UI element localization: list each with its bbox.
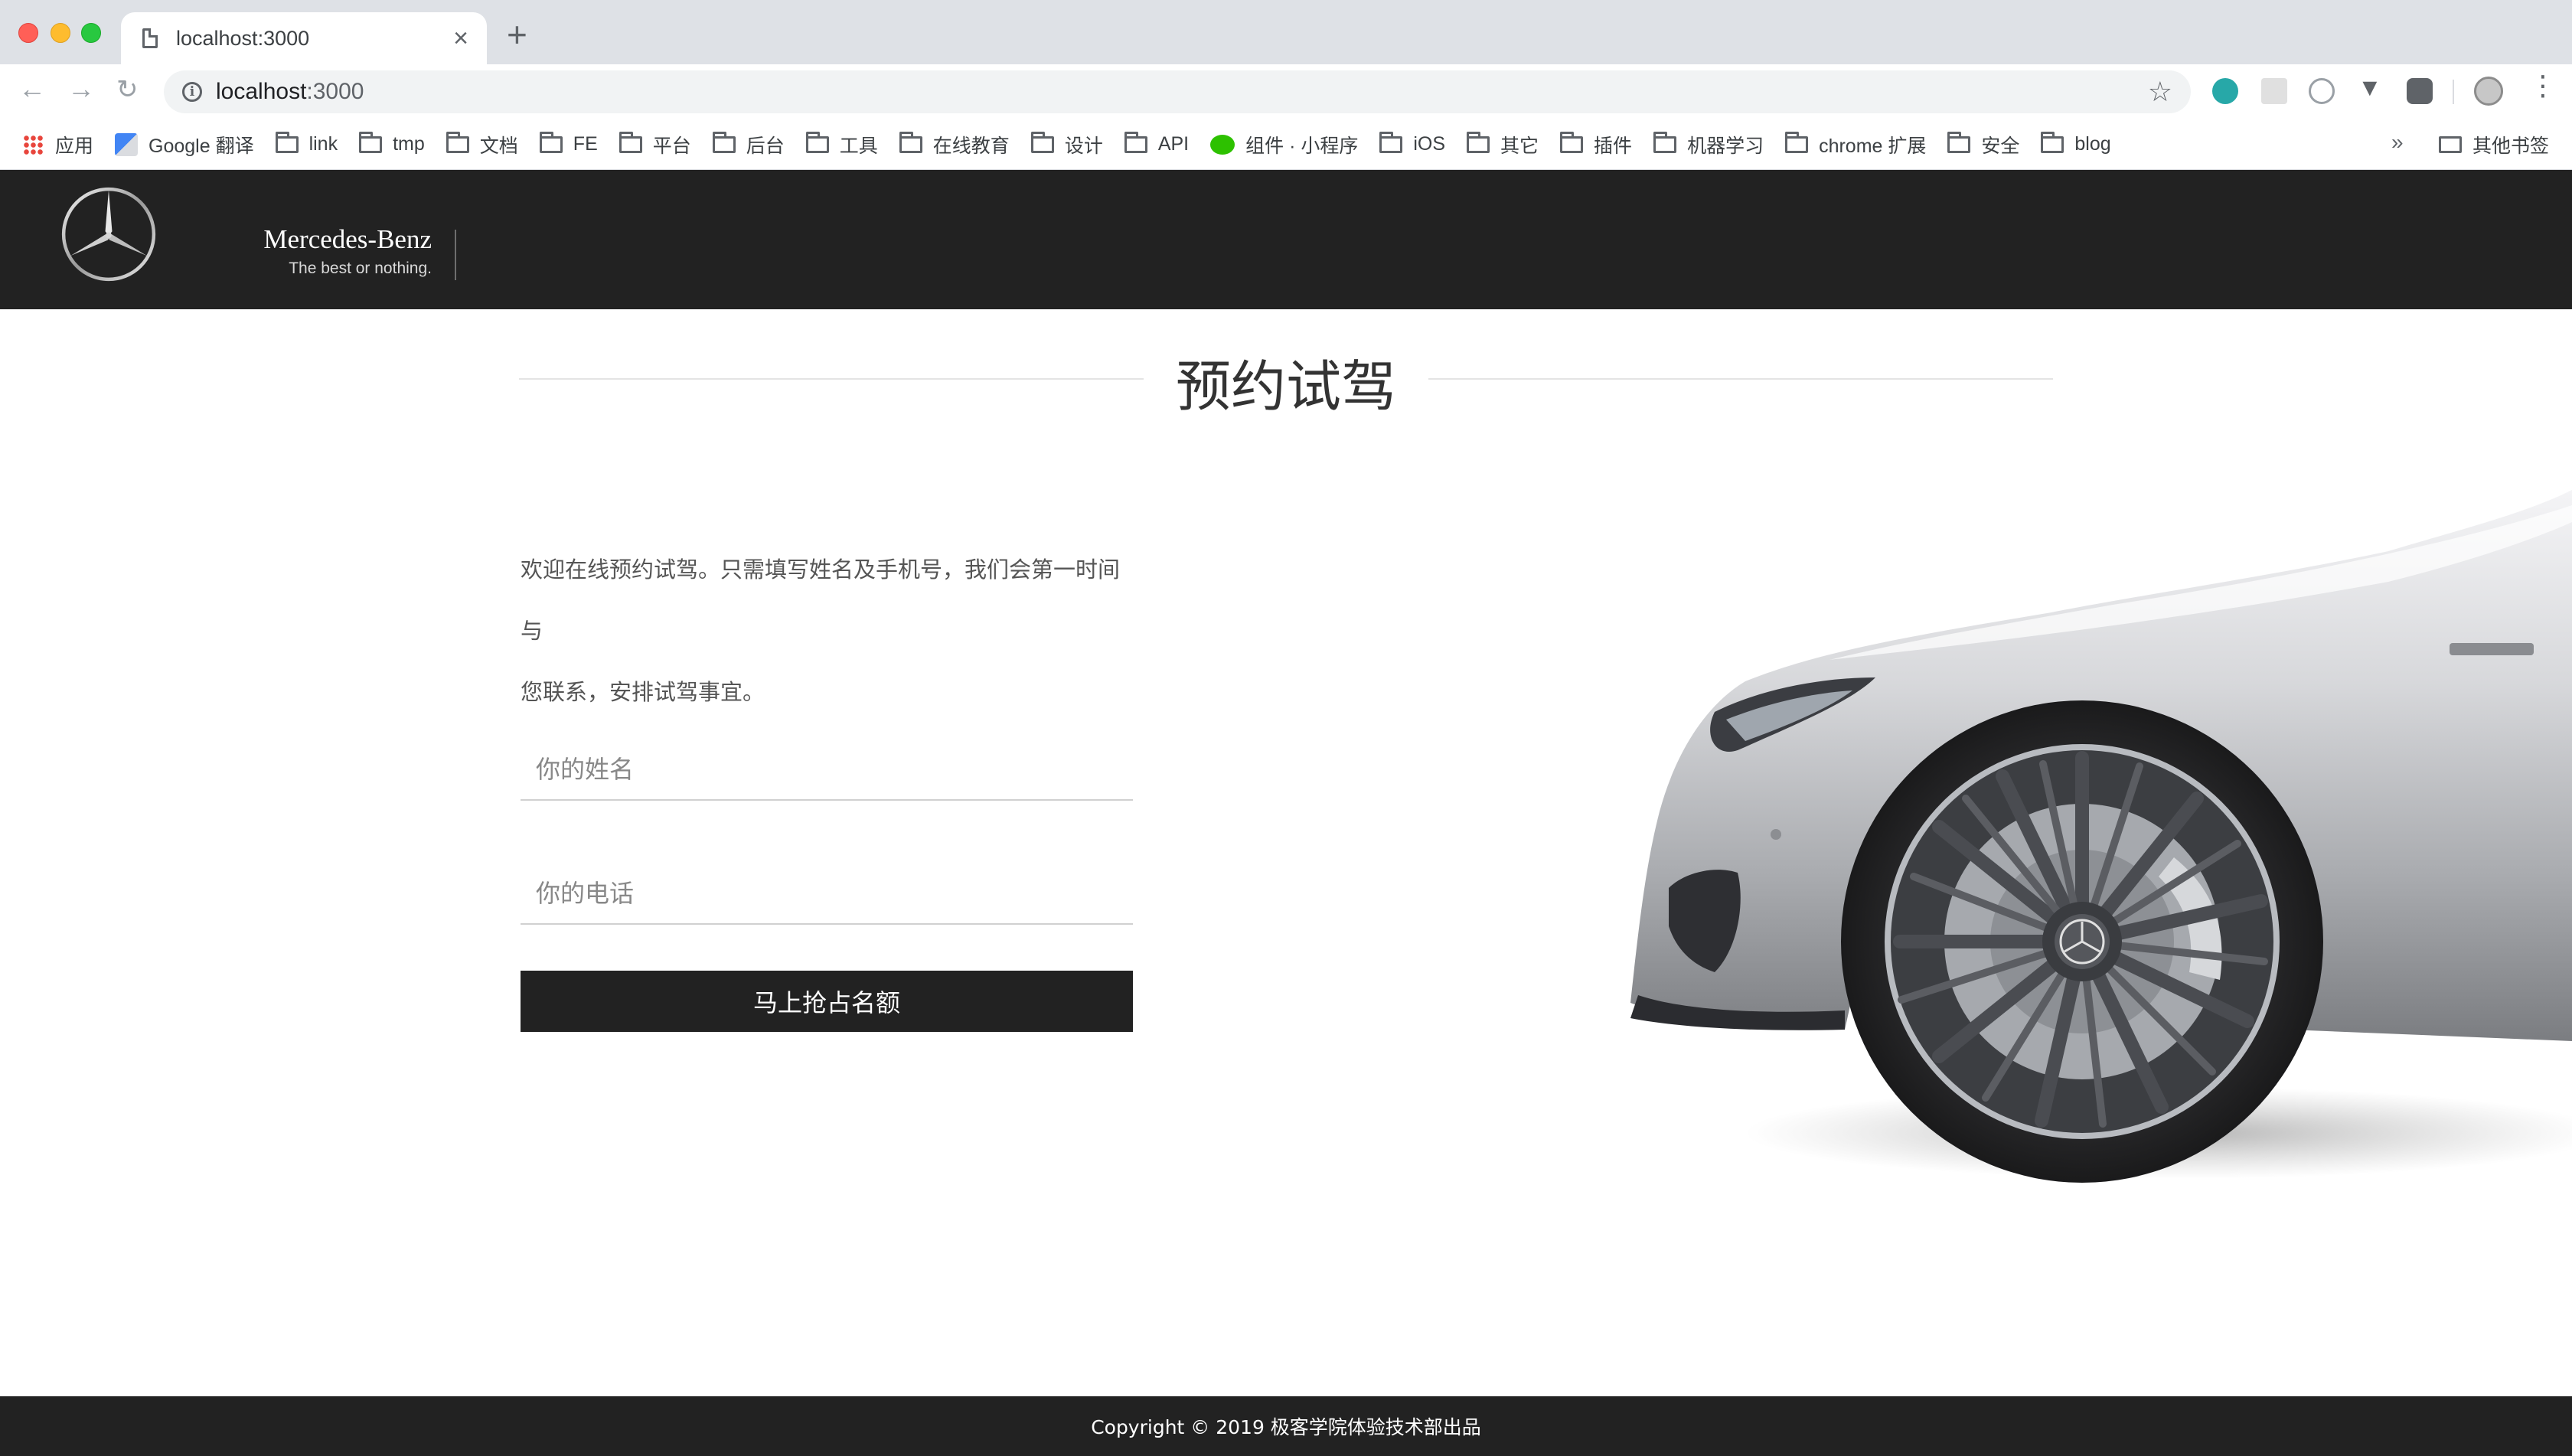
- profile-avatar[interactable]: [2474, 77, 2503, 106]
- bookmark-folder[interactable]: 文档: [446, 131, 518, 158]
- vue-devtools-icon[interactable]: ▼: [2358, 73, 2384, 101]
- browser-tab-strip: localhost:3000 × +: [0, 0, 2572, 64]
- extension-icon[interactable]: [2309, 78, 2335, 104]
- folder-icon: [539, 131, 563, 153]
- title-rule-right: [1428, 378, 2053, 380]
- bookmark-folder[interactable]: link: [275, 131, 338, 155]
- folder-icon: [1947, 131, 1971, 153]
- back-arrow-icon[interactable]: ←: [18, 75, 46, 103]
- close-tab-icon[interactable]: ×: [453, 25, 468, 51]
- apps-icon: [23, 134, 43, 155]
- bookmark-folder[interactable]: API: [1124, 131, 1189, 155]
- brand-wordmark: Mercedes-Benz The best or nothing.: [230, 224, 432, 278]
- folder-icon: [446, 131, 469, 153]
- folder-icon: [1467, 131, 1490, 153]
- wechat-icon: [1210, 134, 1235, 155]
- toolbar-divider: [2453, 80, 2454, 104]
- bookmark-folder[interactable]: 在线教育: [899, 131, 1010, 158]
- folder-icon: [805, 131, 829, 153]
- site-header: Mercedes-Benz The best or nothing.: [0, 170, 2572, 309]
- tab-title: localhost:3000: [176, 26, 310, 50]
- bookmark-folder[interactable]: 机器学习: [1653, 131, 1764, 158]
- folder-icon: [2041, 131, 2064, 153]
- bookmark-folder[interactable]: 其它: [1467, 131, 1539, 158]
- other-bookmarks-folder[interactable]: 其他书签: [2439, 119, 2549, 170]
- car-image: [1630, 490, 2572, 1183]
- brand-tagline: The best or nothing.: [289, 259, 432, 277]
- bookmark-folder[interactable]: 后台: [712, 131, 785, 158]
- intro-line: 您联系，安排试驾事宜。: [521, 679, 765, 705]
- folder-icon: [619, 131, 642, 153]
- folder-icon: [1030, 131, 1054, 153]
- bookmark-item[interactable]: 应用: [23, 131, 93, 158]
- bookmark-folder[interactable]: blog: [2041, 131, 2111, 155]
- address-bar[interactable]: i localhost:3000 ☆: [164, 70, 2191, 113]
- google-translate-icon: [115, 132, 139, 156]
- document-icon: [142, 28, 158, 48]
- folder-icon: [2439, 136, 2462, 153]
- copyright-text: Copyright © 2019 极客学院体验技术部出品: [1091, 1416, 1481, 1438]
- bookmark-folder[interactable]: iOS: [1379, 131, 1445, 155]
- folder-icon: [1785, 131, 1809, 153]
- window-zoom-button[interactable]: [81, 23, 101, 43]
- folder-icon: [275, 131, 299, 153]
- window-close-button[interactable]: [18, 23, 38, 43]
- more-bookmarks-button[interactable]: »: [2391, 130, 2404, 155]
- extension-icon[interactable]: [2212, 78, 2238, 104]
- intro-line: 欢迎在线预约试驾。只需填写姓名及手机号，我们会第一时间与: [521, 557, 1121, 644]
- new-tab-button[interactable]: +: [507, 17, 527, 52]
- bookmarks-bar: 应用 Google 翻译 link tmp 文档 FE 平台 后台 工具 在线教…: [0, 119, 2572, 170]
- folder-icon: [1124, 131, 1147, 153]
- bookmark-folder[interactable]: 平台: [619, 131, 691, 158]
- folder-icon: [1560, 131, 1584, 153]
- extension-icon[interactable]: [2407, 78, 2433, 104]
- brand-name: Mercedes-Benz: [263, 224, 432, 254]
- reload-icon[interactable]: ↻: [116, 77, 139, 103]
- bookmark-folder[interactable]: chrome 扩展: [1785, 131, 1926, 158]
- url-text[interactable]: localhost:3000: [216, 79, 2148, 105]
- bookmark-item[interactable]: Google 翻译: [115, 131, 254, 158]
- page-title: 预约试驾: [1175, 354, 1396, 419]
- bookmark-folder[interactable]: 工具: [805, 131, 878, 158]
- browser-tab[interactable]: localhost:3000 ×: [121, 12, 487, 64]
- title-rule-left: [519, 378, 1144, 380]
- browser-toolbar: ← → ↻ i localhost:3000 ☆ ▼ ⋮: [0, 64, 2572, 119]
- bookmark-folder[interactable]: 插件: [1560, 131, 1632, 158]
- forward-arrow-icon[interactable]: →: [67, 75, 95, 103]
- folder-icon: [899, 131, 922, 153]
- bookmark-folder[interactable]: tmp: [359, 131, 425, 155]
- bookmark-folder[interactable]: 安全: [1947, 131, 2019, 158]
- extension-icon[interactable]: [2261, 78, 2287, 104]
- bookmark-folder[interactable]: FE: [539, 131, 598, 155]
- bookmark-star-icon[interactable]: ☆: [2148, 76, 2172, 108]
- window-minimize-button[interactable]: [51, 23, 70, 43]
- site-footer: Copyright © 2019 极客学院体验技术部出品: [0, 1396, 2572, 1456]
- submit-button[interactable]: 马上抢占名额: [521, 971, 1133, 1032]
- folder-icon: [1653, 131, 1677, 153]
- intro-text: 欢迎在线预约试驾。只需填写姓名及手机号，我们会第一时间与 您联系，安排试驾事宜。: [521, 539, 1133, 723]
- phone-input[interactable]: [521, 863, 1133, 925]
- name-input[interactable]: [521, 739, 1133, 801]
- site-info-icon[interactable]: i: [182, 82, 202, 102]
- header-divider: [455, 230, 456, 280]
- bookmark-folder[interactable]: 设计: [1030, 131, 1103, 158]
- folder-icon: [712, 131, 736, 153]
- bookmark-item[interactable]: 组件 · 小程序: [1210, 131, 1358, 158]
- folder-icon: [359, 131, 383, 153]
- mercedes-star-logo-icon[interactable]: [60, 185, 158, 283]
- browser-menu-icon[interactable]: ⋮: [2529, 72, 2557, 100]
- folder-icon: [1379, 131, 1403, 153]
